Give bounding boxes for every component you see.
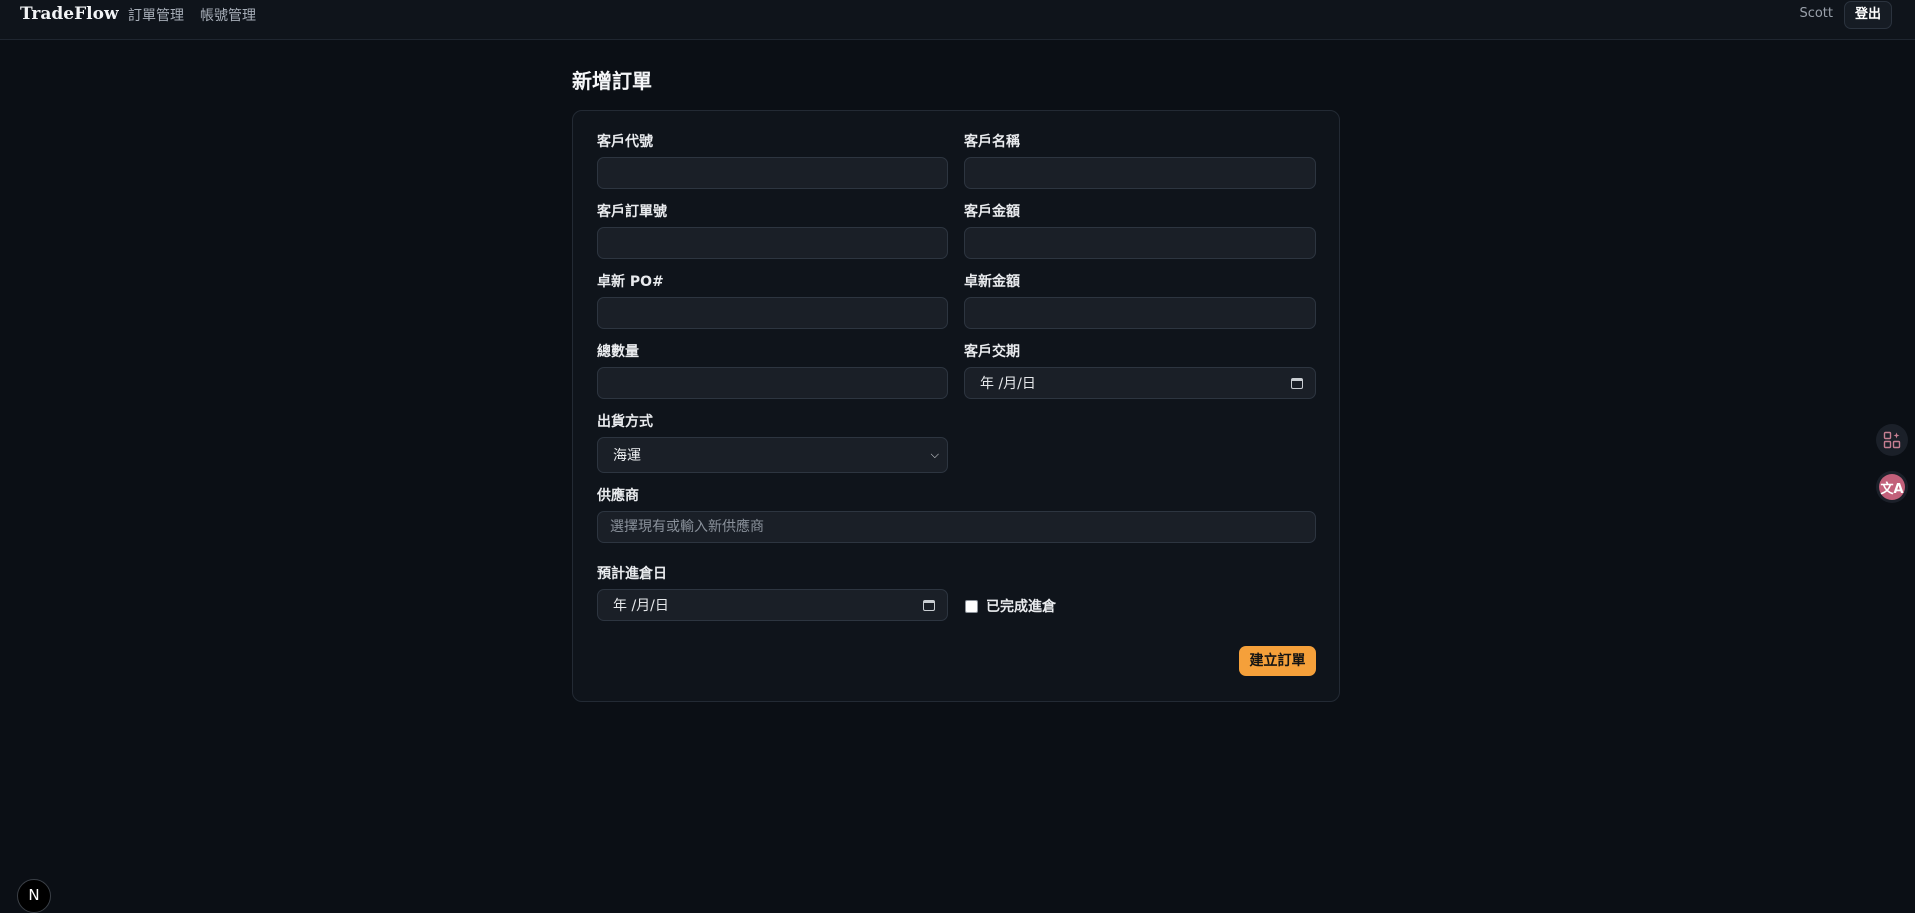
planned-inbound-date-input[interactable]: 年 /月/日 [597,589,948,621]
shipping-method-select[interactable]: 海運 ⌵ [597,437,948,473]
nav-order-management[interactable]: 訂單管理 [128,5,184,25]
total-quantity-label: 總數量 [597,344,639,360]
logout-button[interactable]: 登出 [1843,1,1892,29]
customer-code-input[interactable] [597,157,948,189]
apps-button[interactable] [1876,424,1908,456]
nextjs-icon[interactable]: N [17,879,51,913]
planned-inbound-date-label: 預計進倉日 [597,566,667,582]
zhuoxin-amount-label: 卓新金額 [964,274,1020,290]
customer-delivery-date-input[interactable]: 年 /月/日 [964,367,1316,399]
zhuoxin-po-input[interactable] [597,297,948,329]
translate-icon: 文A [1879,474,1905,500]
completed-inbound-label[interactable]: 已完成進倉 [986,596,1056,616]
customer-amount-label: 客戶金額 [964,204,1020,220]
nav-account-management[interactable]: 帳號管理 [200,5,256,25]
top-nav-bar: TradeFlow 訂單管理 帳號管理 Scott 登出 [0,0,1915,40]
create-order-button[interactable]: 建立訂單 [1239,646,1316,676]
customer-code-label: 客戶代號 [597,134,653,150]
chevron-down-icon: ⌵ [930,448,939,461]
customer-name-label: 客戶名稱 [964,134,1020,150]
planned-inbound-date-value: 年 /月/日 [613,598,669,614]
customer-order-no-input[interactable] [597,227,948,259]
supplier-label: 供應商 [597,488,639,504]
brand-logo[interactable]: TradeFlow [20,4,119,24]
supplier-input[interactable] [597,511,1316,543]
page-title: 新增訂單 [572,69,652,93]
translate-button[interactable]: 文A [1876,471,1908,503]
apps-icon [1883,431,1901,449]
customer-name-input[interactable] [964,157,1316,189]
new-order-form-card: 客戶代號 客戶名稱 客戶訂單號 客戶金額 卓新 PO# 卓新金額 總數量 客戶交… [572,110,1340,702]
calendar-icon[interactable] [923,599,935,611]
customer-delivery-date-value: 年 /月/日 [980,376,1036,392]
completed-inbound-checkbox[interactable] [965,600,978,613]
shipping-method-value: 海運 [613,448,641,464]
total-quantity-input[interactable] [597,367,948,399]
customer-order-no-label: 客戶訂單號 [597,204,667,220]
zhuoxin-po-label: 卓新 PO# [597,274,664,290]
customer-delivery-date-label: 客戶交期 [964,344,1020,360]
customer-amount-input[interactable] [964,227,1316,259]
shipping-method-label: 出貨方式 [597,414,653,430]
current-user-name: Scott [1799,6,1833,21]
calendar-icon[interactable] [1291,377,1303,389]
zhuoxin-amount-input[interactable] [964,297,1316,329]
